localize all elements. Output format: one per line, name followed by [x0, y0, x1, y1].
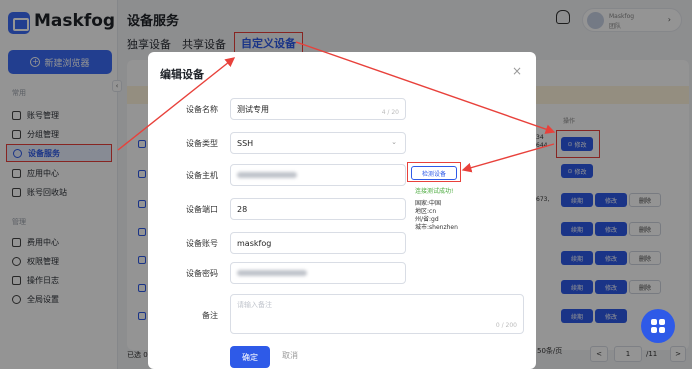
device-account-value: maskfog [237, 238, 272, 248]
test-city: 城市:shenzhen [415, 224, 458, 231]
close-icon[interactable]: × [512, 64, 522, 78]
redacted-value [237, 270, 307, 276]
label-password: 设备密码 [186, 269, 218, 278]
device-type-value: SSH [237, 138, 254, 148]
label-name: 设备名称 [186, 105, 218, 114]
device-account-field[interactable]: maskfog [230, 232, 406, 254]
device-port-field[interactable]: 28 [230, 198, 406, 220]
device-host-field[interactable] [230, 164, 406, 186]
note-placeholder: 请输入备注 [237, 301, 272, 309]
char-counter: 4 / 20 [381, 109, 399, 116]
device-name-value: 测试专用 [237, 104, 269, 114]
note-textarea[interactable]: 请输入备注 0 / 200 [230, 294, 524, 334]
modal-title: 编辑设备 [160, 68, 204, 81]
edit-device-modal: 编辑设备 × 设备名称 测试专用 4 / 20 设备类型 SSH ⌄ 设备主机 … [148, 52, 536, 369]
label-note: 备注 [202, 311, 218, 320]
cancel-button[interactable]: 取消 [282, 350, 298, 361]
test-status: 连接测试成功! [415, 188, 454, 195]
label-host: 设备主机 [186, 171, 218, 180]
label-type: 设备类型 [186, 139, 218, 148]
floating-menu-button[interactable] [641, 309, 675, 343]
label-account: 设备账号 [186, 239, 218, 248]
confirm-button[interactable]: 确定 [230, 346, 270, 368]
device-port-value: 28 [237, 204, 248, 214]
device-password-field[interactable] [230, 262, 406, 284]
test-device-button[interactable]: 检测设备 [411, 166, 457, 180]
char-counter: 0 / 200 [495, 322, 517, 329]
label-port: 设备端口 [186, 205, 218, 214]
chevron-down-icon: ⌄ [391, 138, 397, 146]
device-name-field[interactable]: 测试专用 4 / 20 [230, 98, 406, 120]
redacted-value [237, 172, 297, 178]
device-type-select[interactable]: SSH ⌄ [230, 132, 406, 154]
